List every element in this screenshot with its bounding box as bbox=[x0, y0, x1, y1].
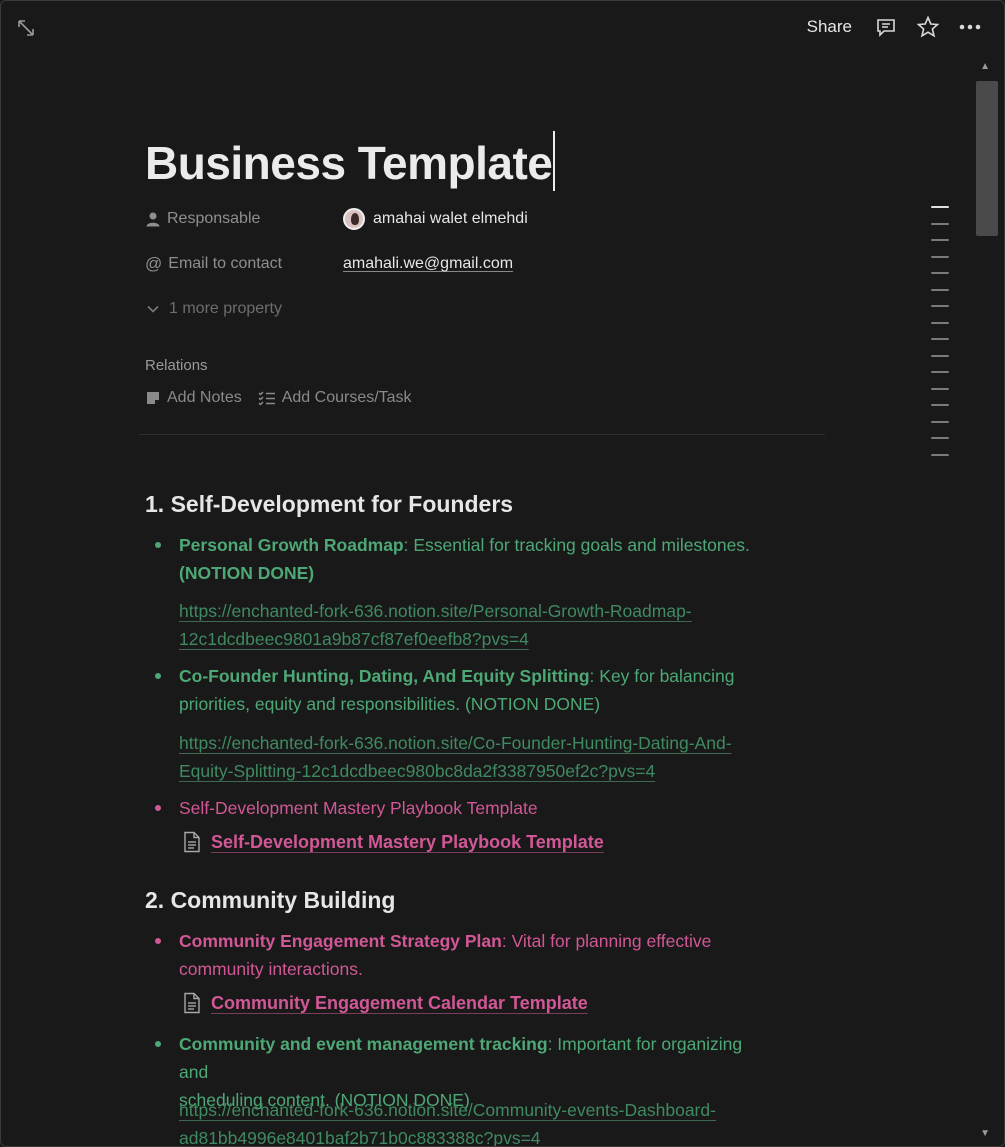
bullet-title: Personal Growth Roadmap bbox=[179, 535, 404, 555]
comment-icon[interactable] bbox=[874, 15, 898, 39]
more-options-icon[interactable] bbox=[958, 15, 982, 39]
add-notes-label: Add Notes bbox=[167, 389, 242, 406]
topbar-actions: Share bbox=[807, 15, 982, 39]
url-line: ad81bb4996e8401baf2b71b0c883388c?pvs=4 bbox=[179, 1128, 541, 1147]
page-icon bbox=[184, 992, 200, 1014]
url-link[interactable]: https://enchanted-fork-636.notion.site/P… bbox=[179, 597, 799, 653]
url-line: https://enchanted-fork-636.notion.site/C… bbox=[179, 1100, 716, 1120]
email-label: Email to contact bbox=[168, 255, 283, 272]
checklist-icon bbox=[258, 391, 275, 406]
list-item[interactable]: Community Engagement Strategy Plan: Vita… bbox=[155, 927, 775, 983]
relations-label: Relations bbox=[145, 357, 208, 374]
more-properties-toggle[interactable]: 1 more property bbox=[145, 295, 282, 323]
outline-dash[interactable] bbox=[931, 371, 949, 373]
outline-dash[interactable] bbox=[931, 222, 949, 225]
add-notes-button[interactable]: Add Notes bbox=[145, 389, 242, 407]
outline-dash[interactable] bbox=[931, 354, 949, 357]
outline-dash[interactable] bbox=[931, 305, 949, 307]
property-responsable[interactable]: Responsable amahai walet elmehdi bbox=[145, 205, 528, 233]
page-content: Business Template Responsable amahai wal… bbox=[139, 131, 825, 1146]
page-link[interactable]: Community Engagement Calendar Template bbox=[183, 992, 588, 1014]
page-icon bbox=[184, 831, 200, 853]
list-item[interactable]: Co-Founder Hunting, Dating, And Equity S… bbox=[155, 662, 775, 718]
text-caret bbox=[553, 131, 556, 191]
section-heading[interactable]: 1. Self-Development for Founders bbox=[145, 491, 513, 518]
at-sign-icon: @ bbox=[145, 254, 163, 273]
bullet-dot bbox=[155, 542, 161, 548]
outline-minimap[interactable] bbox=[931, 206, 949, 470]
url-link[interactable]: https://enchanted-fork-636.notion.site/C… bbox=[179, 729, 799, 785]
page-link-label: Community Engagement Calendar Template bbox=[211, 992, 588, 1013]
bullet-title: Community and event management tracking bbox=[179, 1034, 548, 1054]
outline-dash[interactable] bbox=[931, 453, 949, 456]
section-heading[interactable]: 2. Community Building bbox=[145, 887, 395, 914]
list-item[interactable]: Self-Development Mastery Playbook Templa… bbox=[155, 794, 775, 822]
outline-dash[interactable] bbox=[931, 387, 949, 390]
scroll-up-arrow-icon[interactable]: ▲ bbox=[980, 61, 990, 72]
outline-dash[interactable] bbox=[931, 420, 949, 423]
avatar bbox=[343, 208, 365, 230]
url-link[interactable]: https://enchanted-fork-636.notion.site/C… bbox=[179, 1096, 799, 1147]
bullet-text: : Vital for planning effective bbox=[501, 931, 712, 951]
property-label: @ Email to contact bbox=[145, 254, 343, 274]
responsable-label: Responsable bbox=[167, 210, 261, 227]
property-label: Responsable bbox=[145, 210, 343, 228]
scroll-down-arrow-icon[interactable]: ▼ bbox=[980, 1128, 990, 1139]
divider bbox=[139, 434, 825, 435]
outline-dash[interactable] bbox=[931, 288, 949, 291]
bullet-title: Community Engagement Strategy Plan bbox=[179, 931, 502, 951]
bullet-text: priorities, equity and responsibilities.… bbox=[179, 694, 601, 714]
page-link-label: Self-Development Mastery Playbook Templa… bbox=[211, 831, 604, 852]
chevron-down-icon bbox=[147, 305, 159, 313]
outline-dash[interactable] bbox=[931, 255, 949, 258]
bullet-dot bbox=[155, 805, 161, 811]
bullet-text: Self-Development Mastery Playbook Templa… bbox=[179, 798, 538, 818]
url-line: Equity-Splitting-12c1dcdbeec980bc8da2f33… bbox=[179, 761, 656, 781]
bullet-text: : Essential for tracking goals and miles… bbox=[403, 535, 750, 555]
outline-dash[interactable] bbox=[931, 338, 949, 340]
scrollbar[interactable]: ▲ ▼ bbox=[974, 61, 998, 1141]
outline-dash[interactable] bbox=[931, 404, 949, 406]
add-courses-label: Add Courses/Task bbox=[281, 389, 412, 406]
page-link[interactable]: Self-Development Mastery Playbook Templa… bbox=[183, 831, 604, 853]
url-line: 12c1dcdbeec9801a9b87cf87ef0eefb8?pvs=4 bbox=[179, 629, 529, 649]
relations-row: Add Notes Add Courses/Task bbox=[145, 389, 412, 407]
add-courses-button[interactable]: Add Courses/Task bbox=[258, 389, 412, 407]
bullet-dot bbox=[155, 938, 161, 944]
outline-dash[interactable] bbox=[931, 321, 949, 324]
star-icon[interactable] bbox=[916, 15, 940, 39]
status-tag: (NOTION DONE) bbox=[179, 563, 315, 583]
outline-dash[interactable] bbox=[931, 437, 949, 439]
more-properties-label: 1 more property bbox=[169, 300, 282, 317]
responsable-value[interactable]: amahai walet elmehdi bbox=[343, 208, 528, 230]
outline-dash[interactable] bbox=[931, 239, 949, 241]
more-properties: 1 more property bbox=[145, 300, 282, 318]
email-value[interactable]: amahali.we@gmail.com bbox=[343, 255, 513, 273]
page-window: Share ▲ ▼ Business Template Responsable … bbox=[0, 0, 1005, 1147]
expand-icon[interactable] bbox=[15, 17, 37, 39]
bullet-dot bbox=[155, 1041, 161, 1047]
page-title[interactable]: Business Template bbox=[145, 131, 825, 195]
url-line: https://enchanted-fork-636.notion.site/P… bbox=[179, 601, 692, 621]
list-item[interactable]: Personal Growth Roadmap: Essential for t… bbox=[155, 531, 775, 587]
user-name: amahai walet elmehdi bbox=[373, 210, 528, 227]
outline-dash[interactable] bbox=[931, 206, 949, 208]
bullet-title: Co-Founder Hunting, Dating, And Equity S… bbox=[179, 666, 590, 686]
bullet-text: community interactions. bbox=[179, 959, 363, 979]
bullet-dot bbox=[155, 673, 161, 679]
url-line: https://enchanted-fork-636.notion.site/C… bbox=[179, 733, 732, 753]
person-icon bbox=[146, 212, 160, 227]
outline-dash[interactable] bbox=[931, 272, 949, 274]
email-link[interactable]: amahali.we@gmail.com bbox=[343, 255, 513, 273]
note-icon bbox=[147, 392, 159, 404]
property-email[interactable]: @ Email to contact amahali.we@gmail.com bbox=[145, 250, 513, 278]
scroll-thumb[interactable] bbox=[976, 81, 998, 236]
bullet-text: : Key for balancing bbox=[589, 666, 735, 686]
share-button[interactable]: Share bbox=[807, 17, 852, 37]
